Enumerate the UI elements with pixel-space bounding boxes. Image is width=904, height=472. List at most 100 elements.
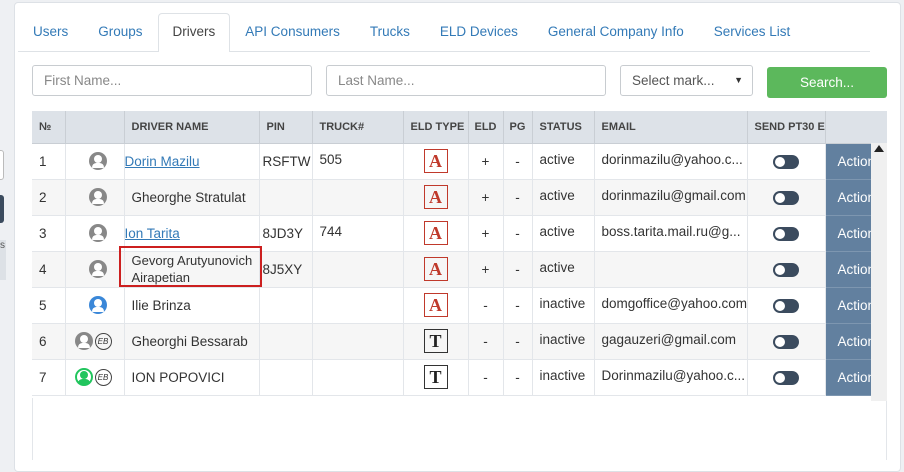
driver-name: Gheorghi Bessarab bbox=[131, 333, 248, 349]
send-pt30-toggle[interactable] bbox=[773, 370, 799, 385]
truck-cell bbox=[312, 359, 404, 396]
pg-cell: - bbox=[503, 251, 533, 288]
first-name-input[interactable]: First Name... bbox=[32, 65, 312, 96]
col-pg[interactable]: PG bbox=[503, 111, 533, 144]
row-number: 1 bbox=[32, 143, 66, 180]
tab-general-company-info[interactable]: General Company Info bbox=[533, 13, 699, 51]
row-number: 3 bbox=[32, 215, 66, 252]
search-button[interactable]: Search... bbox=[767, 67, 887, 98]
send-pt30-cell bbox=[747, 143, 826, 180]
send-pt30-toggle[interactable] bbox=[773, 226, 799, 241]
pg-cell: - bbox=[503, 179, 533, 216]
send-pt30-toggle[interactable] bbox=[773, 334, 799, 349]
status-cell: inactive bbox=[532, 287, 595, 324]
select-mark-dropdown[interactable]: Select mark... ▼ bbox=[620, 65, 753, 96]
left-edge-button[interactable] bbox=[0, 195, 4, 223]
col-truck[interactable]: TRUCK# bbox=[312, 111, 404, 144]
table-row: 6 EB Gheorghi Bessarab T - - inactive gagauzeri… bbox=[32, 323, 887, 360]
left-edge-band: s bbox=[0, 240, 6, 280]
send-pt30-cell bbox=[747, 323, 826, 360]
driver-name-cell: Gheorghe Stratulat bbox=[124, 179, 260, 216]
tab-services-list[interactable]: Services List bbox=[699, 13, 806, 51]
user-avatar-icon bbox=[88, 260, 107, 278]
tab-trucks[interactable]: Trucks bbox=[355, 13, 425, 51]
user-avatar-icon bbox=[88, 152, 107, 170]
table-row: 5 Ilie Brinza A - - inactive domgoffice@yahoo.… bbox=[32, 287, 887, 324]
eb-badge-icon: EB bbox=[94, 332, 112, 350]
status-cell: active bbox=[532, 215, 595, 252]
send-pt30-cell bbox=[747, 179, 826, 216]
col-send-pt30[interactable]: SEND PT30 E bbox=[747, 111, 826, 144]
avatar-cell bbox=[65, 179, 125, 216]
table-row: 1 Dorin Mazilu RSFTW 505 A + - active dorinmazil… bbox=[32, 143, 887, 180]
eld-type-a-icon: A bbox=[423, 257, 448, 281]
pg-cell: - bbox=[503, 287, 533, 324]
last-name-input[interactable]: Last Name... bbox=[326, 65, 606, 96]
col-number[interactable]: № bbox=[32, 111, 66, 144]
truck-cell: 744 bbox=[312, 215, 404, 252]
email-cell: dorinmazilu@yahoo.c... bbox=[594, 143, 748, 180]
driver-name-cell: Dorin Mazilu bbox=[124, 143, 260, 180]
email-cell bbox=[594, 251, 748, 288]
pg-cell: - bbox=[503, 359, 533, 396]
col-eld[interactable]: ELD bbox=[468, 111, 504, 144]
table-row: 4 Gevorg Arutyunovich Airapetian 8J5XY A + - a… bbox=[32, 251, 887, 288]
tab-api-consumers[interactable]: API Consumers bbox=[230, 13, 355, 51]
caret-down-icon: ▼ bbox=[734, 75, 743, 85]
pin-cell bbox=[259, 179, 313, 216]
send-pt30-toggle[interactable] bbox=[773, 262, 799, 277]
eld-cell: + bbox=[468, 251, 504, 288]
avatar-cell bbox=[65, 251, 125, 288]
table-header-row: № DRIVER NAME PIN TRUCK# ELD TYPE ELD PG… bbox=[32, 111, 887, 144]
tab-users[interactable]: Users bbox=[18, 13, 83, 51]
driver-name: Gheorghe Stratulat bbox=[131, 189, 246, 205]
tab-groups[interactable]: Groups bbox=[83, 13, 157, 51]
table-scrollbar[interactable] bbox=[871, 143, 887, 401]
send-pt30-toggle[interactable] bbox=[773, 154, 799, 169]
driver-name-cell: Gevorg Arutyunovich Airapetian bbox=[124, 251, 260, 288]
eld-cell: + bbox=[468, 143, 504, 180]
pg-cell: - bbox=[503, 143, 533, 180]
col-action bbox=[825, 111, 887, 144]
user-avatar-icon bbox=[88, 224, 107, 242]
col-status[interactable]: STATUS bbox=[532, 111, 595, 144]
left-edge-input[interactable] bbox=[0, 150, 4, 180]
row-number: 7 bbox=[32, 359, 66, 396]
left-sidebar-edge: s bbox=[0, 0, 14, 458]
eld-cell: - bbox=[468, 287, 504, 324]
col-pin[interactable]: PIN bbox=[259, 111, 313, 144]
eld-type-t-icon: T bbox=[423, 329, 448, 353]
tab-eld-devices[interactable]: ELD Devices bbox=[425, 13, 533, 51]
eld-type-t-icon: T bbox=[423, 365, 448, 389]
user-avatar-icon bbox=[74, 332, 93, 350]
col-avatar bbox=[65, 111, 125, 144]
col-driver-name[interactable]: DRIVER NAME bbox=[124, 111, 260, 144]
avatar-cell bbox=[65, 143, 125, 180]
eld-type-cell: A bbox=[403, 251, 469, 288]
status-cell: active bbox=[532, 179, 595, 216]
avatar-cell bbox=[65, 287, 125, 324]
tab-drivers[interactable]: Drivers bbox=[157, 13, 231, 52]
table-empty-area bbox=[32, 398, 887, 460]
col-email[interactable]: EMAIL bbox=[594, 111, 748, 144]
scroll-up-arrow-icon[interactable] bbox=[874, 145, 884, 152]
col-eld-type[interactable]: ELD TYPE bbox=[403, 111, 469, 144]
driver-name: Gevorg Arutyunovich Airapetian bbox=[131, 253, 253, 285]
driver-name-link[interactable]: Ion Tarita bbox=[125, 226, 180, 241]
send-pt30-toggle[interactable] bbox=[773, 190, 799, 205]
email-cell: Dorinmazilu@yahoo.c... bbox=[594, 359, 748, 396]
eld-type-a-icon: A bbox=[423, 293, 448, 317]
driver-name-link[interactable]: Dorin Mazilu bbox=[125, 154, 200, 169]
table-row: 7 EB ION POPOVICI T - - inactive Dorinmazilu@ya… bbox=[32, 359, 887, 396]
driver-name: Ilie Brinza bbox=[131, 297, 191, 313]
truck-cell bbox=[312, 251, 404, 288]
driver-name-cell: Gheorghi Bessarab bbox=[124, 323, 260, 360]
truck-cell bbox=[312, 323, 404, 360]
eld-type-a-icon: A bbox=[423, 149, 448, 173]
company-tabs: Users Groups Drivers API Consumers Truck… bbox=[18, 13, 870, 52]
send-pt30-toggle[interactable] bbox=[773, 298, 799, 313]
status-cell: inactive bbox=[532, 323, 595, 360]
user-avatar-icon bbox=[88, 188, 107, 206]
truck-cell bbox=[312, 287, 404, 324]
pg-cell: - bbox=[503, 323, 533, 360]
